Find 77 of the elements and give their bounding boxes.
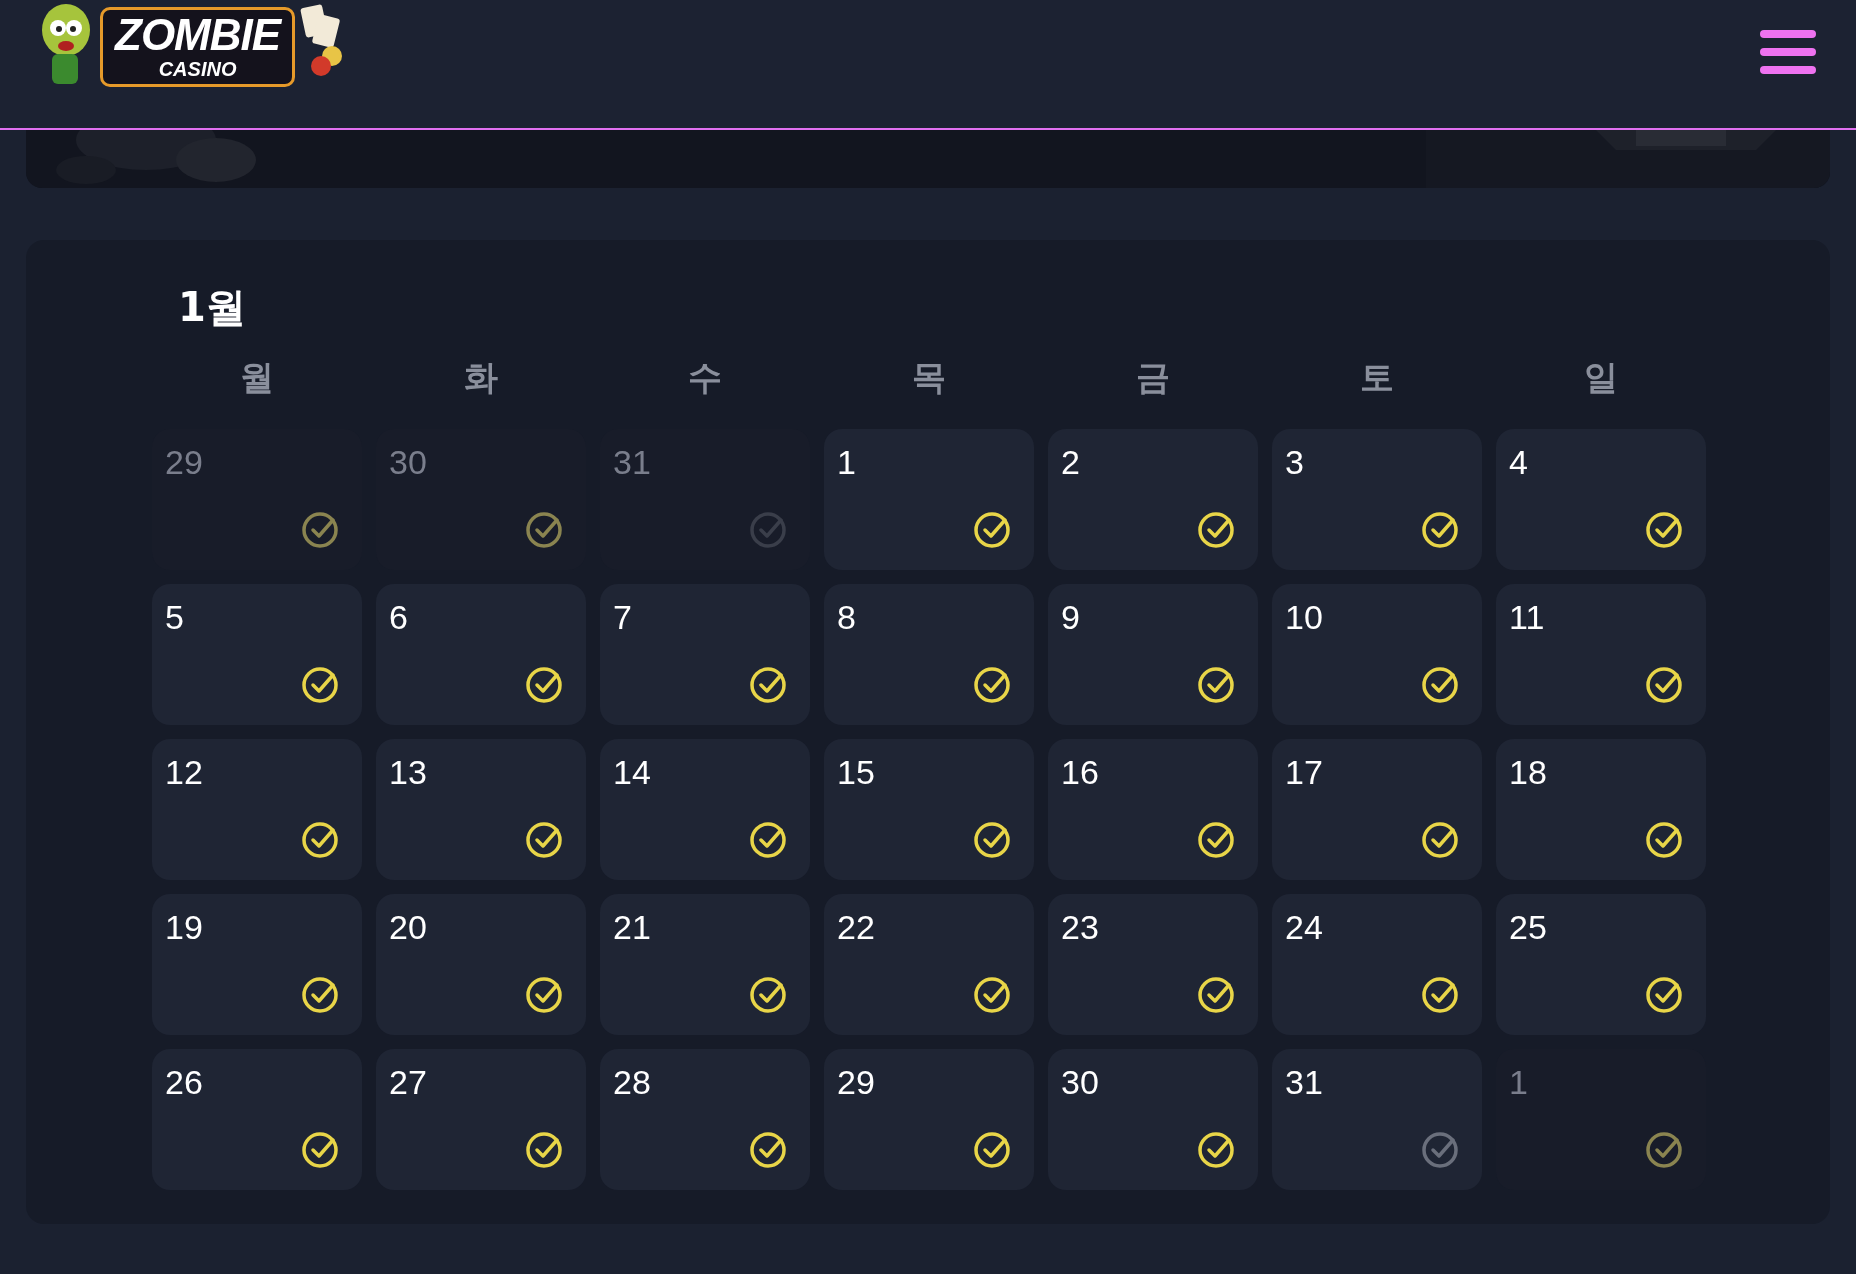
day-cell[interactable]: 10 [1272,584,1482,725]
day-cell[interactable]: 11 [1496,584,1706,725]
day-number: 24 [1285,908,1323,946]
day-number: 12 [165,753,203,791]
day-number: 31 [1285,1063,1323,1101]
day-cell[interactable]: 4 [1496,429,1706,570]
weekday-label: 화 [463,356,499,399]
day-number: 13 [389,753,427,791]
day-cell[interactable]: 20 [376,894,586,1035]
day-number: 21 [613,908,651,946]
day-number: 1 [837,443,856,481]
day-number: 22 [837,908,875,946]
weekday-label: 일 [1583,356,1619,399]
day-number: 23 [1061,908,1099,946]
day-cell[interactable]: 13 [376,739,586,880]
day-cell[interactable]: 14 [600,739,810,880]
day-number: 30 [1061,1063,1099,1101]
day-cell[interactable]: 26 [152,1049,362,1190]
menu-button[interactable] [1760,30,1816,74]
day-number: 10 [1285,598,1323,636]
weekday-label: 금 [1135,356,1171,399]
day-cell[interactable]: 29 [824,1049,1034,1190]
day-number: 31 [613,443,651,481]
day-number: 29 [165,443,203,481]
day-cell[interactable]: 16 [1048,739,1258,880]
day-number: 2 [1061,443,1080,481]
day-number: 3 [1285,443,1304,481]
day-cell[interactable]: 7 [600,584,810,725]
day-cell[interactable]: 23 [1048,894,1258,1035]
day-cell[interactable]: 9 [1048,584,1258,725]
day-number: 25 [1509,908,1547,946]
day-number: 18 [1509,753,1547,791]
day-number: 15 [837,753,875,791]
day-number: 5 [165,598,184,636]
day-number: 26 [165,1063,203,1101]
day-cell[interactable]: 15 [824,739,1034,880]
day-number: 20 [389,908,427,946]
day-cell[interactable]: 17 [1272,739,1482,880]
day-cell[interactable]: 3 [1272,429,1482,570]
day-number: 8 [837,598,856,636]
day-cell[interactable]: 22 [824,894,1034,1035]
day-number: 9 [1061,598,1080,636]
weekday-label: 토 [1359,356,1395,399]
month-title: 1월 [178,283,246,332]
day-number: 1 [1509,1063,1528,1101]
day-number: 16 [1061,753,1099,791]
day-number: 6 [389,598,408,636]
day-cell[interactable]: 25 [1496,894,1706,1035]
day-cell[interactable]: 2 [1048,429,1258,570]
weekday-label: 수 [687,356,723,399]
day-number: 17 [1285,753,1323,791]
day-cell[interactable]: 5 [152,584,362,725]
day-number: 30 [389,443,427,481]
day-number: 28 [613,1063,651,1101]
day-number: 4 [1509,443,1528,481]
day-cell[interactable]: 27 [376,1049,586,1190]
logo-title: ZOMBIE [115,12,281,58]
day-cell[interactable]: 8 [824,584,1034,725]
day-cell[interactable]: 24 [1272,894,1482,1035]
day-cell[interactable]: 30 [1048,1049,1258,1190]
day-number: 29 [837,1063,875,1101]
day-cell[interactable]: 21 [600,894,810,1035]
day-cell[interactable]: 28 [600,1049,810,1190]
day-number: 7 [613,598,632,636]
day-number: 11 [1509,598,1545,636]
day-number: 19 [165,908,203,946]
day-cell[interactable]: 1 [824,429,1034,570]
logo-subtitle: CASINO [158,58,237,80]
day-cell[interactable]: 19 [152,894,362,1035]
day-number: 14 [613,753,651,791]
weekday-label: 월 [239,356,275,399]
day-cell[interactable]: 6 [376,584,586,725]
day-cell[interactable]: 18 [1496,739,1706,880]
day-number: 27 [389,1063,427,1101]
day-cell[interactable]: 12 [152,739,362,880]
weekday-label: 목 [911,356,947,399]
day-cell[interactable]: 31 [1272,1049,1482,1190]
